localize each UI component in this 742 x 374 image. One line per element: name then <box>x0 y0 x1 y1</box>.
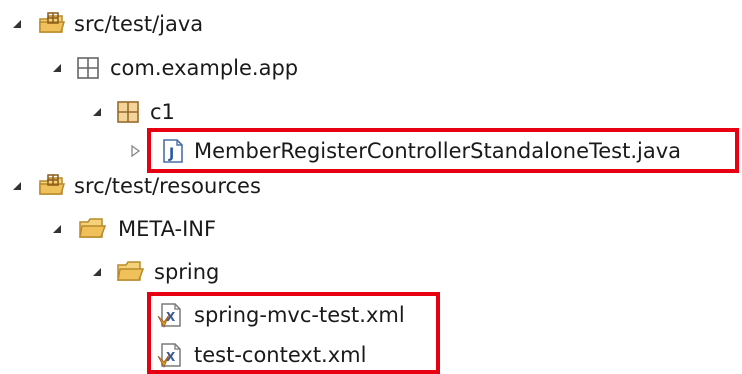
package-icon <box>117 101 139 123</box>
tree-item-label: META-INF <box>118 217 217 241</box>
expanded-triangle-icon[interactable] <box>50 61 64 75</box>
xml-file-icon: X <box>157 303 181 328</box>
tree-item-spring-mvc-test-xml[interactable]: X spring-mvc-test.xml <box>0 295 742 335</box>
folder-icon <box>79 218 106 238</box>
empty-package-icon <box>77 57 99 79</box>
expanded-triangle-icon[interactable] <box>50 222 64 236</box>
tree-item-spring[interactable]: spring <box>0 252 742 292</box>
tree-item-com-example-app[interactable]: com.example.app <box>0 48 742 88</box>
tree-item-label: com.example.app <box>110 56 299 80</box>
tree-item-label: src/test/resources <box>74 174 261 198</box>
tree-item-java-file[interactable]: J MemberRegisterControllerStandaloneTest… <box>0 131 742 171</box>
tree-item-meta-inf[interactable]: META-INF <box>0 209 742 249</box>
expanded-triangle-icon[interactable] <box>10 179 24 193</box>
tree-item-label: spring <box>154 260 220 284</box>
tree-item-src-test-java[interactable]: src/test/java <box>0 4 742 44</box>
tree-item-label: test-context.xml <box>194 343 367 367</box>
svg-text:J: J <box>168 146 174 162</box>
xml-file-icon: X <box>157 343 181 368</box>
source-folder-icon <box>39 12 66 33</box>
tree-item-label: MemberRegisterControllerStandaloneTest.j… <box>194 139 682 163</box>
tree-item-test-context-xml[interactable]: X test-context.xml <box>0 335 742 374</box>
tree-item-c1[interactable]: c1 <box>0 92 742 132</box>
expanded-triangle-icon[interactable] <box>10 17 24 31</box>
tree-item-label: c1 <box>150 100 175 124</box>
tree-item-label: spring-mvc-test.xml <box>194 303 405 327</box>
expanded-triangle-icon[interactable] <box>90 265 104 279</box>
source-folder-icon <box>39 174 66 195</box>
java-file-icon: J <box>163 139 183 163</box>
tree-item-label: src/test/java <box>74 12 204 36</box>
tree-item-src-test-resources[interactable]: src/test/resources <box>0 166 742 206</box>
collapsed-triangle-icon[interactable] <box>128 144 142 158</box>
project-explorer-tree: src/test/java com.example.app c1 J Membe… <box>0 0 742 374</box>
folder-icon <box>117 261 144 281</box>
expanded-triangle-icon[interactable] <box>90 105 104 119</box>
